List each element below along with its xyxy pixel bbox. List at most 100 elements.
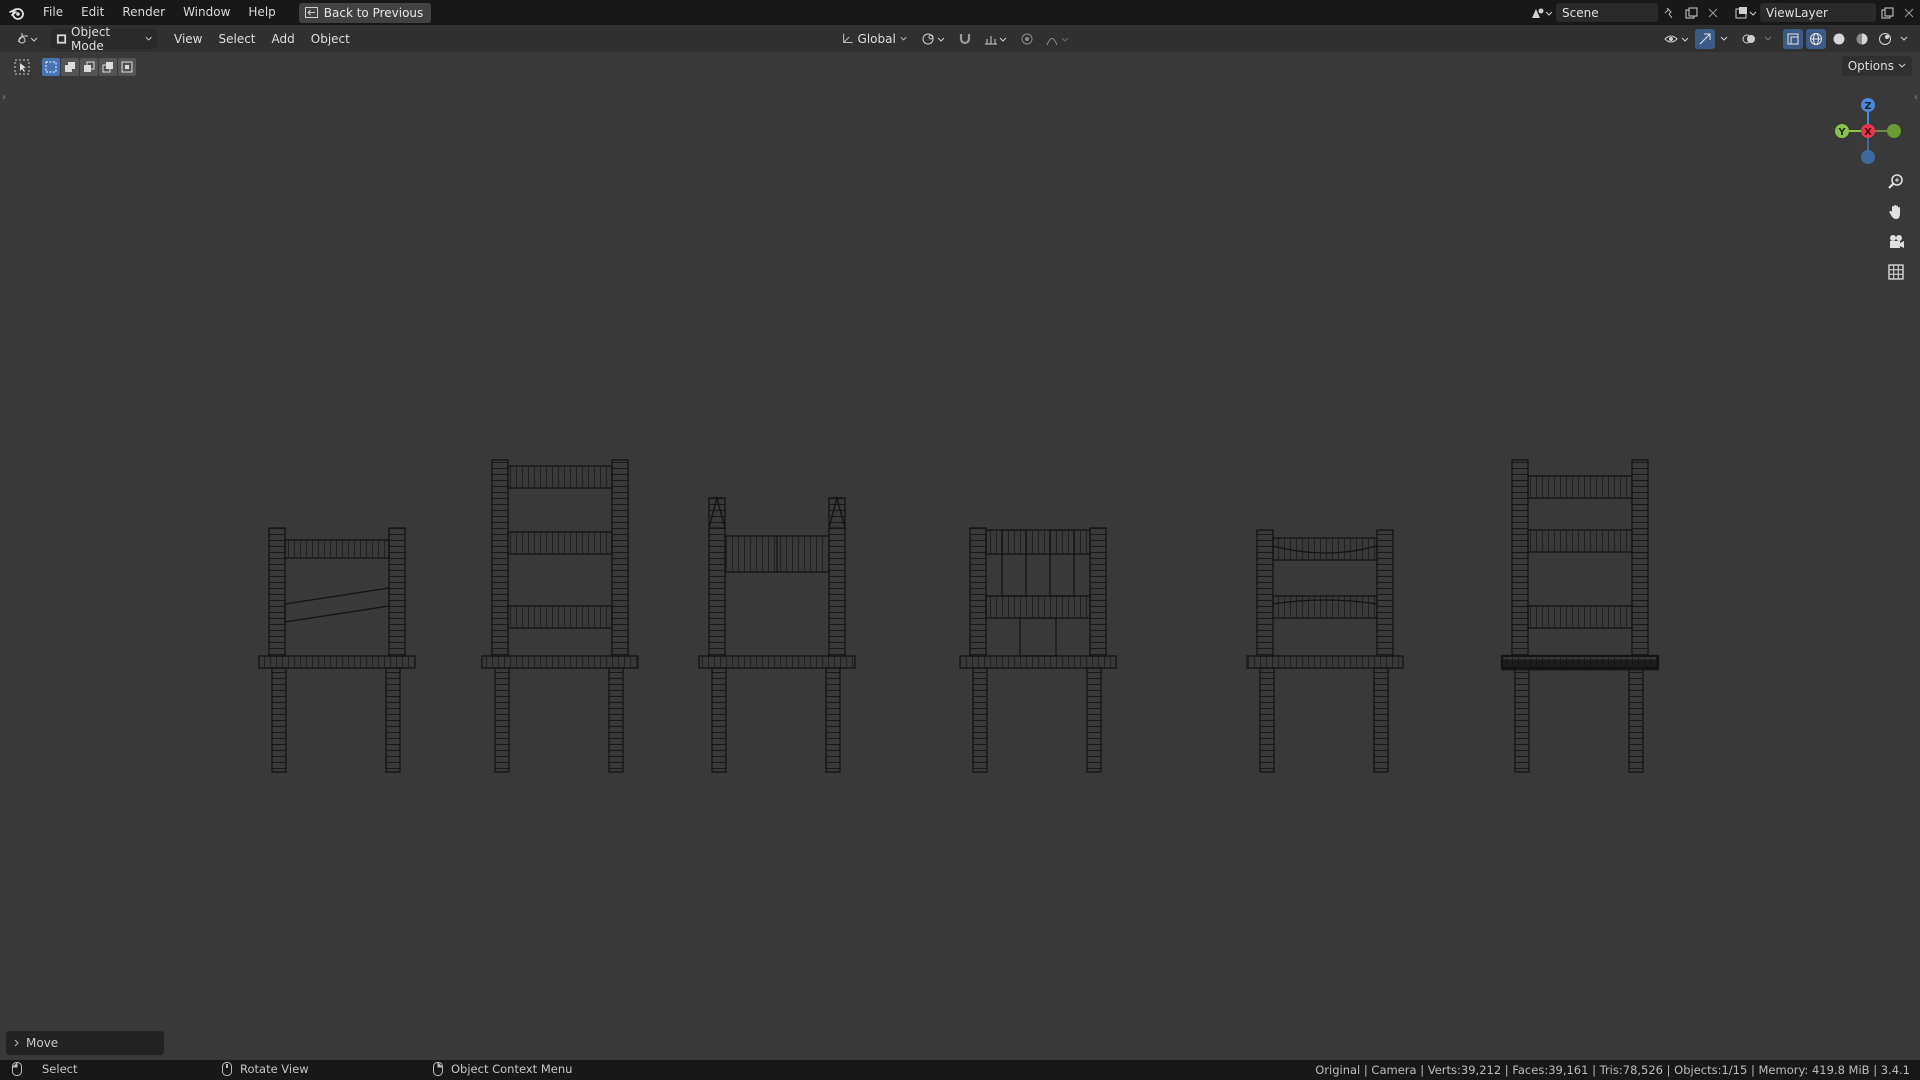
transform-orientation-dropdown[interactable]: Global: [835, 29, 913, 49]
status-select-label: Select: [42, 1062, 78, 1076]
chair-1-leg-left-edges: [272, 668, 286, 772]
gizmo-y-label: Y: [1837, 127, 1846, 138]
scene-name-field[interactable]: Scene: [1556, 3, 1658, 22]
menu-select[interactable]: Select: [210, 32, 263, 46]
gizmo-neg-y[interactable]: [1887, 124, 1901, 138]
xray-toggle-icon[interactable]: [1783, 29, 1803, 49]
3d-viewport-icon: [17, 32, 38, 43]
selection-modes: [42, 58, 136, 76]
chair-1-slat-2: [284, 587, 390, 623]
status-rotate: Rotate View: [222, 1062, 309, 1076]
view-layer-name: ViewLayer: [1766, 5, 1828, 20]
menu-help[interactable]: Help: [239, 0, 284, 25]
zoom-icon[interactable]: [1883, 170, 1909, 194]
select-intersect-mode-icon[interactable]: [118, 58, 136, 76]
falloff-curve-icon[interactable]: [1043, 29, 1073, 49]
proportional-editing-icon[interactable]: [1017, 29, 1037, 49]
chair-1-leg-right-edges: [386, 668, 400, 772]
back-to-previous-label: Back to Previous: [323, 5, 424, 20]
chair-5-back-post-left-edges: [1257, 530, 1273, 656]
overlays-icon[interactable]: [1739, 29, 1759, 49]
chair-3-seat-edges: [699, 656, 855, 668]
toolbar-expand-arrow[interactable]: ›: [2, 92, 6, 103]
ortho-grid-icon[interactable]: [1883, 260, 1909, 284]
top-bar: File Edit Render Window Help Back to Pre…: [0, 0, 1920, 25]
chevron-right-icon: [14, 1039, 19, 1047]
editor-type-selector[interactable]: [10, 29, 44, 49]
new-scene-icon[interactable]: [1680, 3, 1702, 22]
gizmo-z-label: Z: [1864, 101, 1871, 112]
chair-4-leg-right-edges: [1087, 668, 1101, 772]
viewport-navigation: [1883, 170, 1909, 284]
wireframe-scene: [258, 459, 1660, 773]
pan-hand-icon[interactable]: [1883, 200, 1909, 224]
chair-5-slat-2-edges: [1273, 596, 1377, 618]
shading-tools: [1662, 29, 1910, 49]
pivot-point-icon[interactable]: [919, 29, 949, 49]
chair-2-leg-right-edges: [609, 668, 623, 772]
snap-toggle-icon[interactable]: [955, 29, 975, 49]
options-dropdown[interactable]: Options: [1841, 56, 1912, 76]
menu-render[interactable]: Render: [113, 0, 174, 25]
delete-scene-icon[interactable]: [1702, 3, 1724, 22]
blender-logo-icon[interactable]: [0, 0, 34, 25]
screen-back-icon: [304, 7, 318, 18]
gizmo-toggle-icon[interactable]: [1695, 29, 1715, 49]
chair-4-back-post-right-edges: [1090, 528, 1106, 656]
gizmo-x-label: X: [1864, 127, 1872, 138]
scene-browse-icon[interactable]: [1526, 3, 1556, 22]
menu-edit[interactable]: Edit: [72, 0, 113, 25]
view-layer-browse-icon[interactable]: [1730, 3, 1760, 22]
select-extend-mode-icon[interactable]: [61, 58, 79, 76]
chevron-down-icon: [900, 36, 907, 41]
chair-4-back-post-left-edges: [970, 528, 986, 656]
rendered-shading-icon[interactable]: [1875, 29, 1895, 49]
mode-dropdown[interactable]: Object Mode: [50, 25, 158, 53]
back-to-previous-button[interactable]: Back to Previous: [298, 2, 432, 23]
select-tool-icon[interactable]: [12, 57, 32, 77]
chair-6-slat-1-edges: [1528, 476, 1632, 498]
camera-view-icon[interactable]: [1883, 230, 1909, 254]
gizmo-dropdown-icon[interactable]: [1718, 29, 1730, 49]
chair-2-slat-3-edges: [508, 606, 612, 628]
navigation-gizmo[interactable]: Z Y X: [1825, 89, 1905, 169]
chair-5-leg-right-edges: [1374, 668, 1388, 772]
solid-shading-icon[interactable]: [1829, 29, 1849, 49]
gizmo-neg-z[interactable]: [1861, 150, 1875, 164]
visibility-icon[interactable]: [1662, 29, 1692, 49]
select-new-mode-icon[interactable]: [42, 58, 60, 76]
menu-add[interactable]: Add: [264, 32, 303, 46]
pin-scene-icon[interactable]: [1658, 3, 1680, 22]
menu-view[interactable]: View: [166, 32, 210, 46]
material-preview-icon[interactable]: [1852, 29, 1872, 49]
transform-orientation-label: Global: [857, 32, 896, 46]
menu-window[interactable]: Window: [174, 0, 239, 25]
chair-6-back-post-right-edges: [1632, 460, 1648, 656]
last-operator-label: Move: [26, 1036, 59, 1050]
select-subtract-mode-icon[interactable]: [80, 58, 98, 76]
status-context-label: Object Context Menu: [451, 1062, 573, 1076]
chair-3-leg-right-edges: [826, 668, 840, 772]
status-bar: Select Rotate View Object Context Menu O…: [0, 1060, 1920, 1080]
shading-dropdown-icon[interactable]: [1898, 29, 1910, 49]
sidebar-expand-arrow[interactable]: ‹: [1914, 92, 1918, 103]
snap-increment-icon[interactable]: [981, 29, 1011, 49]
3d-viewport[interactable]: › ‹ Options Z Y X Move: [0, 52, 1920, 1060]
wireframe-shading-icon[interactable]: [1806, 29, 1826, 49]
new-view-layer-icon[interactable]: [1876, 3, 1898, 22]
menu-object[interactable]: Object: [303, 32, 358, 46]
last-operator-panel[interactable]: Move: [6, 1031, 164, 1055]
overlays-dropdown-icon[interactable]: [1762, 29, 1774, 49]
delete-view-layer-icon[interactable]: [1898, 3, 1920, 22]
menu-file[interactable]: File: [34, 0, 72, 25]
view-layer-name-field[interactable]: ViewLayer: [1760, 3, 1876, 22]
select-invert-mode-icon[interactable]: [99, 58, 117, 76]
viewport-header: Object Mode View Select Add Object Globa…: [0, 25, 1920, 53]
object-mode-icon: [56, 33, 67, 44]
tool-settings-row: [12, 56, 136, 78]
chair-1-seat-edges: [259, 656, 415, 668]
orientation-axes-icon: [843, 33, 853, 44]
chair-4-splat-bottom: [1019, 617, 1057, 657]
chair-6-slat-2-edges: [1528, 530, 1632, 552]
chair-2-seat-edges: [482, 656, 638, 668]
